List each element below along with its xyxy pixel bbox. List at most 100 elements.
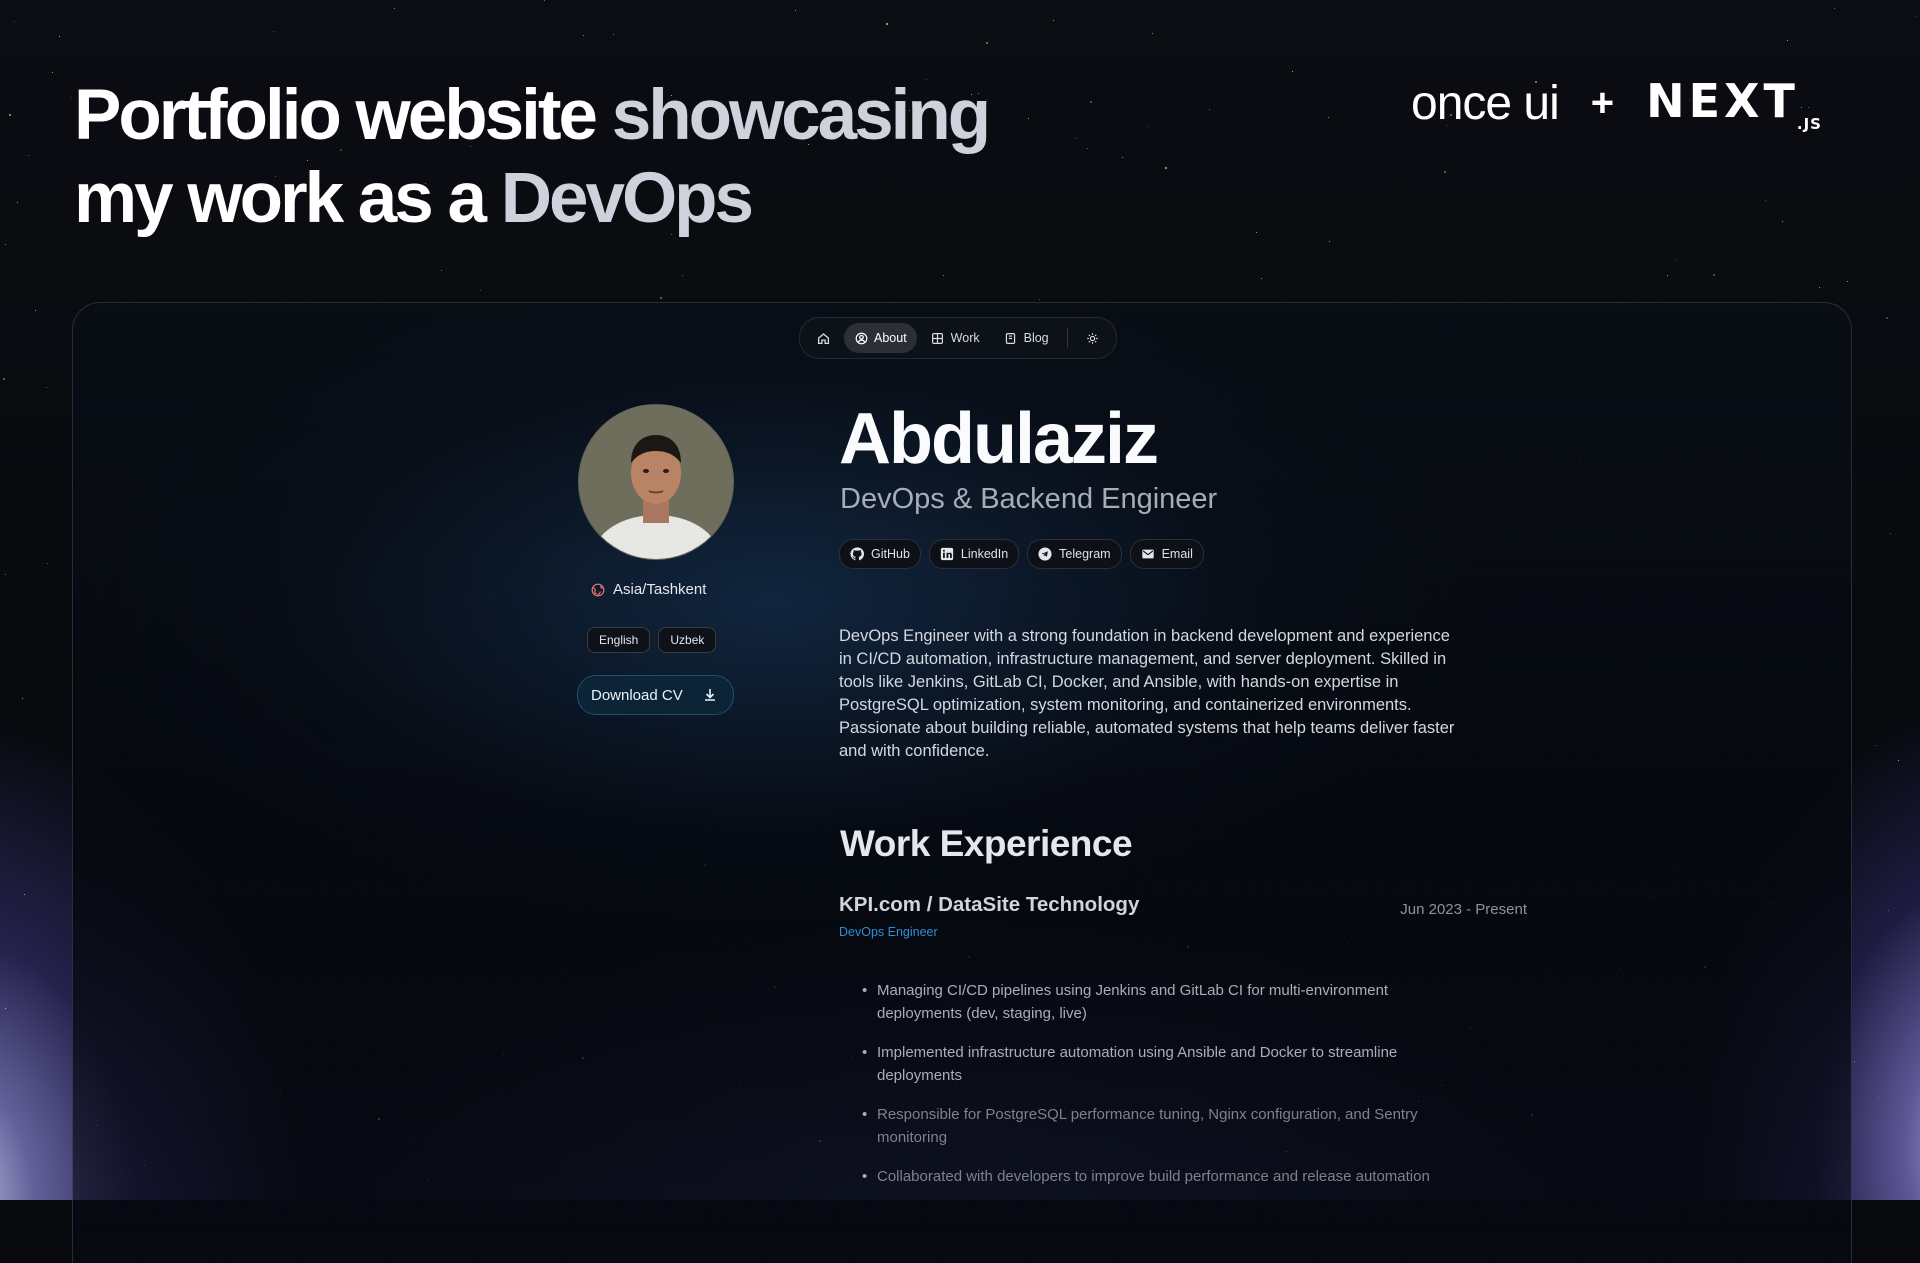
location-label: Asia/Tashkent	[613, 581, 707, 598]
star	[480, 290, 481, 291]
github-link[interactable]: GitHub	[839, 539, 921, 569]
star	[1028, 118, 1029, 119]
star	[1888, 910, 1889, 911]
star	[1087, 148, 1088, 149]
star	[1890, 533, 1891, 534]
star	[1053, 20, 1054, 21]
globe-icon	[591, 583, 605, 597]
star	[1782, 221, 1783, 222]
nav-blog-label: Blog	[1023, 331, 1049, 345]
nav-divider	[1066, 328, 1068, 348]
bio-text: DevOps Engineer with a strong foundation…	[839, 626, 1455, 760]
profile-name: Abdulaziz	[839, 399, 1159, 479]
list-item: Responsible for PostgreSQL performance t…	[839, 1103, 1459, 1149]
download-cv-button[interactable]: Download CV	[577, 675, 734, 715]
email-link[interactable]: Email	[1129, 539, 1204, 569]
work-experience-heading: Work Experience	[840, 823, 1133, 864]
nav-about-label: About	[874, 331, 907, 345]
star	[1209, 109, 1210, 110]
star	[544, 0, 545, 1]
languages: English Uzbek	[587, 627, 717, 653]
language-tag: English	[587, 627, 651, 653]
star	[1256, 232, 1257, 233]
star	[52, 72, 53, 73]
star	[660, 297, 662, 299]
company-name: KPI.com / DataSite Technology	[839, 893, 1140, 916]
star	[1676, 259, 1677, 260]
job-role: DevOps Engineer	[839, 925, 938, 939]
list-item: Managing CI/CD pipelines using Jenkins a…	[839, 979, 1459, 1025]
star	[1854, 1061, 1855, 1062]
avatar	[578, 404, 734, 560]
star	[1878, 1097, 1879, 1098]
star	[1886, 317, 1888, 319]
star	[441, 270, 442, 271]
language-tag: Uzbek	[658, 627, 717, 653]
github-label: GitHub	[871, 547, 910, 561]
star	[1292, 71, 1293, 72]
nextjs-logo: NEXT.JS	[1646, 74, 1822, 133]
star	[1713, 274, 1715, 276]
hero-title-line1-dim: showcasing	[611, 76, 991, 155]
star	[1075, 138, 1076, 139]
star	[1165, 167, 1167, 169]
experience-bullets: Managing CI/CD pipelines using Jenkins a…	[839, 979, 1459, 1204]
star	[1122, 157, 1123, 158]
star	[1667, 275, 1668, 276]
list-item: Collaborated with developers to improve …	[839, 1165, 1459, 1188]
hero-title: Portfolio website showcasing my work as …	[74, 74, 991, 240]
once-ui-logo: once ui	[1411, 77, 1560, 130]
star	[22, 698, 23, 699]
star	[47, 563, 48, 564]
book-icon	[1004, 331, 1018, 345]
nav-about[interactable]: About	[844, 323, 917, 353]
star	[1147, 126, 1148, 127]
download-cv-label: Download CV	[591, 686, 683, 704]
star	[1765, 200, 1766, 201]
star	[28, 155, 29, 156]
download-icon	[697, 682, 723, 708]
star	[986, 42, 988, 44]
star	[1915, 16, 1916, 17]
telegram-icon	[1038, 547, 1052, 561]
nav-work-label: Work	[950, 331, 980, 345]
star	[5, 1008, 6, 1009]
star	[71, 97, 72, 98]
nav-blog[interactable]: Blog	[994, 323, 1059, 353]
star	[682, 275, 683, 276]
linkedin-label: LinkedIn	[960, 547, 1009, 561]
nav-home[interactable]	[806, 323, 840, 353]
nav-work[interactable]: Work	[921, 323, 990, 353]
star	[1090, 101, 1092, 103]
star	[1039, 299, 1040, 300]
star	[394, 8, 395, 9]
linkedin-icon	[940, 547, 954, 561]
hero-title-line2-dim: DevOps	[500, 159, 754, 238]
profile-role: DevOps & Backend Engineer	[840, 483, 1218, 515]
job-period: Jun 2023 - Present	[1400, 901, 1527, 918]
star	[1261, 278, 1262, 279]
nextjs-logo-suffix: .JS	[1796, 115, 1822, 133]
star	[1787, 40, 1788, 41]
star	[583, 35, 584, 36]
email-icon	[1141, 547, 1155, 561]
linkedin-link[interactable]: LinkedIn	[928, 539, 1020, 569]
home-icon	[816, 331, 830, 345]
brand-logos: once ui + NEXT.JS	[1411, 74, 1822, 133]
social-links: GitHub LinkedIn Telegram Email	[839, 539, 1204, 569]
star	[1898, 760, 1899, 761]
github-icon	[850, 547, 864, 561]
star	[46, 387, 47, 388]
star	[59, 36, 60, 37]
star	[1834, 8, 1835, 9]
star	[1328, 117, 1329, 118]
star	[24, 894, 25, 895]
star	[5, 574, 6, 575]
star	[35, 310, 36, 311]
location: Asia/Tashkent	[591, 581, 706, 598]
theme-toggle[interactable]	[1076, 323, 1110, 353]
star	[9, 114, 11, 116]
telegram-link[interactable]: Telegram	[1027, 539, 1122, 569]
star	[1847, 281, 1848, 282]
telegram-label: Telegram	[1059, 547, 1111, 561]
